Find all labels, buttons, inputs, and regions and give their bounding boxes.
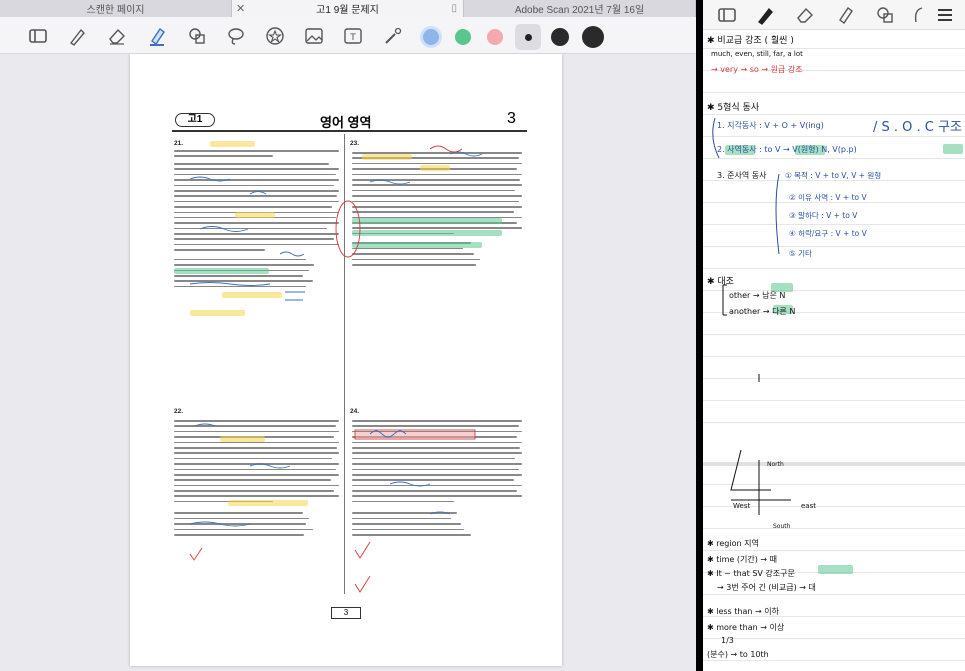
note-line: 1/3 (721, 636, 734, 645)
eraser-icon[interactable] (105, 24, 129, 48)
highlighter-icon[interactable] (833, 3, 857, 27)
note-line: (분수) → to 10th (707, 650, 769, 659)
split-divider[interactable] (696, 0, 703, 671)
stroke-width-medium[interactable] (551, 28, 569, 46)
stroke-width-thin[interactable] (515, 24, 541, 50)
compass-east: east (801, 502, 816, 510)
exam-page: 고1 영어 영역 3 21. 23. 22. 24. 3 (130, 54, 562, 666)
image-icon[interactable] (302, 24, 326, 48)
tab-label: 스캔한 페이지 (86, 5, 145, 16)
sidebar-icon[interactable] (26, 24, 50, 48)
close-icon[interactable]: ✕ (236, 2, 245, 15)
document-pane: 스캔한 페이지 ✕ 고1 9월 문제지 ▯ Adobe Scan 2021년 7… (0, 0, 696, 671)
svg-text:T: T (349, 33, 356, 43)
note-line: ✱ It ~ that SV 강조구문 (707, 569, 795, 578)
tab-scanned-pages[interactable]: 스캔한 페이지 (0, 0, 232, 17)
note-line: ✱ less than → 이하 (707, 607, 779, 616)
page-footer-number: 3 (331, 607, 361, 619)
tab-label: Adobe Scan 2021년 7월 16일 (514, 5, 645, 16)
color-swatch-green[interactable] (455, 29, 471, 45)
document-canvas[interactable]: 고1 영어 영역 3 21. 23. 22. 24. 3 (0, 54, 696, 671)
annotation-toolbar: T (0, 17, 696, 54)
shapes-icon[interactable] (873, 3, 897, 27)
menu-icon[interactable] (933, 3, 957, 27)
tab-adobe-scan[interactable]: Adobe Scan 2021년 7월 16일 (464, 0, 696, 17)
tab-exam[interactable]: ✕ 고1 9월 문제지 ▯ (232, 0, 464, 17)
highlighter-icon[interactable] (145, 24, 169, 48)
compass-north: North (767, 461, 784, 468)
compass-west: West (733, 502, 751, 510)
note-line: ✱ region 지역 (707, 539, 759, 548)
app-window: 스캔한 페이지 ✕ 고1 9월 문제지 ▯ Adobe Scan 2021년 7… (0, 0, 965, 671)
pen-icon[interactable] (753, 3, 777, 27)
note-page[interactable]: ✱ 비교급 강조 ( 훨씬 ) much, even, still, far, … (703, 30, 965, 671)
stroke-width-thick[interactable] (582, 26, 604, 48)
sidebar-icon[interactable] (715, 3, 739, 27)
notes-toolbar (703, 0, 965, 30)
split-view-icon[interactable]: ▯ (451, 3, 457, 14)
handwritten-annotations (189, 145, 483, 593)
sticker-icon[interactable] (263, 24, 287, 48)
color-swatch-pink[interactable] (487, 29, 503, 45)
eraser-icon[interactable] (793, 3, 817, 27)
note-line: ✱ time (기간) → 때 (707, 555, 777, 564)
textbox-icon[interactable]: T (341, 24, 365, 48)
lasso-icon[interactable] (907, 3, 931, 27)
pen-icon[interactable] (65, 24, 89, 48)
note-line: ✱ more than → 이상 (707, 623, 785, 632)
tab-label: 고1 9월 문제지 (316, 5, 379, 16)
laser-pointer-icon[interactable] (381, 24, 405, 48)
note-line: → 3번 주어 긴 (비교급) → 대 (717, 583, 816, 592)
lasso-icon[interactable] (224, 24, 248, 48)
notes-pane: ✱ 비교급 강조 ( 훨씬 ) much, even, still, far, … (703, 0, 965, 671)
compass-south: South (773, 523, 791, 530)
tab-bar: 스캔한 페이지 ✕ 고1 9월 문제지 ▯ Adobe Scan 2021년 7… (0, 0, 696, 17)
color-swatch-blue[interactable] (423, 29, 439, 45)
shapes-icon[interactable] (185, 24, 209, 48)
